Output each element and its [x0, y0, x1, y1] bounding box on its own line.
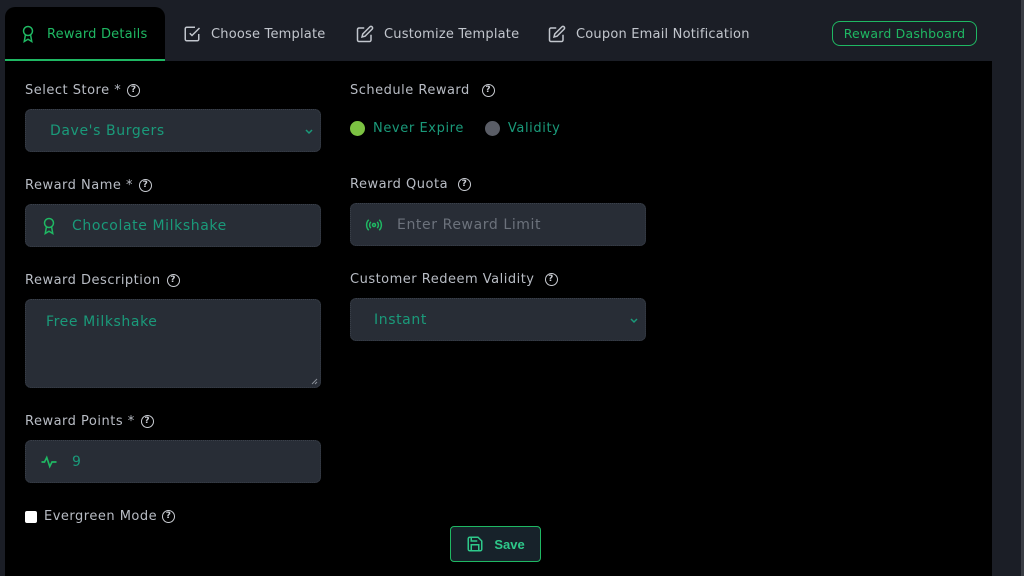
label-text: Evergreen Mode [44, 509, 158, 524]
reward-description-textarea[interactable]: Free Milkshake [25, 299, 321, 388]
reward-description-value: Free Milkshake [46, 314, 158, 330]
help-icon[interactable]: ? [127, 84, 141, 97]
chevron-down-icon [630, 317, 638, 323]
radio-label-never-expire: Never Expire [373, 121, 464, 136]
help-icon[interactable]: ? [481, 84, 495, 97]
edit-icon [356, 25, 374, 43]
redeem-validity-value: Instant [374, 311, 427, 328]
award-icon [19, 25, 37, 43]
broadcast-icon [365, 216, 383, 234]
reward-quota-input[interactable]: Enter Reward Limit [350, 203, 646, 246]
save-label: Save [494, 536, 525, 552]
redeem-validity-label: Customer Redeem Validity ? [350, 272, 558, 287]
tab-label: Choose Template [211, 26, 326, 42]
redeem-validity-dropdown[interactable]: Instant [350, 298, 646, 341]
activity-icon [40, 453, 58, 471]
select-store-value: Dave's Burgers [50, 122, 165, 139]
evergreen-checkbox[interactable] [25, 511, 37, 523]
help-icon[interactable]: ? [544, 273, 558, 286]
reward-quota-placeholder: Enter Reward Limit [397, 216, 542, 233]
help-icon[interactable]: ? [162, 510, 176, 523]
tab-label: Customize Template [384, 26, 520, 42]
reward-dashboard-button[interactable]: Reward Dashboard [832, 21, 977, 46]
radio-label-validity: Validity [507, 121, 561, 136]
reward-quota-label: Reward Quota ? [350, 177, 472, 192]
help-icon[interactable]: ? [458, 178, 472, 191]
label-text: Reward Quota [350, 177, 449, 192]
radio-never-expire[interactable] [350, 121, 365, 136]
tab-coupon-email-notification[interactable]: Coupon Email Notification [548, 7, 750, 61]
help-icon[interactable]: ? [140, 415, 154, 428]
help-icon[interactable]: ? [166, 274, 180, 287]
checkbox-icon [183, 25, 201, 43]
label-text: Select Store * [25, 83, 122, 98]
reward-name-label: Reward Name * ? [25, 178, 153, 193]
reward-name-input[interactable]: Chocolate Milkshake [25, 204, 321, 247]
save-button[interactable]: Save [450, 526, 541, 562]
schedule-reward-radio-group: Never Expire Validity [350, 121, 560, 136]
label-text: Reward Description [25, 273, 161, 288]
resize-handle-icon[interactable] [311, 378, 318, 385]
tab-label: Coupon Email Notification [576, 26, 750, 42]
award-icon [40, 217, 58, 235]
select-store-label: Select Store * ? [25, 83, 141, 98]
tab-choose-template[interactable]: Choose Template [183, 7, 325, 61]
label-text: Reward Name * [25, 178, 134, 193]
reward-points-label: Reward Points * ? [25, 414, 154, 429]
schedule-reward-label: Schedule Reward ? [350, 83, 495, 98]
reward-name-value: Chocolate Milkshake [72, 217, 227, 234]
save-icon [466, 535, 484, 553]
reward-points-value: 9 [72, 453, 82, 470]
tab-label: Reward Details [47, 26, 148, 42]
label-text: Schedule Reward [350, 83, 470, 98]
tab-bar: Reward Details Choose Template Customize… [0, 0, 1024, 61]
reward-description-label: Reward Description ? [25, 273, 180, 288]
radio-validity[interactable] [484, 121, 500, 136]
evergreen-label: Evergreen Mode ? [44, 509, 176, 524]
edit-icon [548, 25, 566, 43]
tab-reward-details[interactable]: Reward Details [5, 7, 165, 61]
label-text: Customer Redeem Validity [350, 272, 535, 287]
chevron-down-icon [305, 128, 313, 134]
help-icon[interactable]: ? [139, 179, 153, 192]
select-store-dropdown[interactable]: Dave's Burgers [25, 109, 321, 152]
reward-points-input[interactable]: 9 [25, 440, 321, 483]
label-text: Reward Points * [25, 414, 135, 429]
tab-customize-template[interactable]: Customize Template [356, 7, 519, 61]
